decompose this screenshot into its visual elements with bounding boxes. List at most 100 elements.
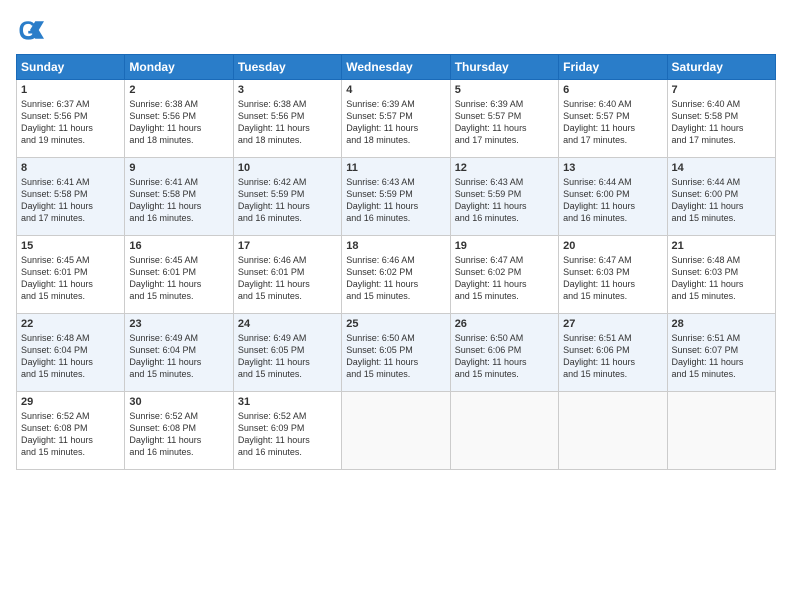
cell-info: Sunrise: 6:46 AMSunset: 6:01 PMDaylight:… [238,255,310,301]
cell-info: Sunrise: 6:39 AMSunset: 5:57 PMDaylight:… [346,99,418,145]
day-number: 23 [129,318,228,330]
cell-info: Sunrise: 6:37 AMSunset: 5:56 PMDaylight:… [21,99,93,145]
day-number: 21 [672,240,771,252]
cell-info: Sunrise: 6:50 AMSunset: 6:06 PMDaylight:… [455,333,527,379]
calendar-cell: 23 Sunrise: 6:49 AMSunset: 6:04 PMDaylig… [125,314,233,392]
calendar-week-row: 29 Sunrise: 6:52 AMSunset: 6:08 PMDaylig… [17,392,776,470]
day-number: 17 [238,240,337,252]
calendar-cell: 14 Sunrise: 6:44 AMSunset: 6:00 PMDaylig… [667,158,775,236]
calendar-cell: 16 Sunrise: 6:45 AMSunset: 6:01 PMDaylig… [125,236,233,314]
day-number: 6 [563,84,662,96]
day-number: 16 [129,240,228,252]
cell-info: Sunrise: 6:38 AMSunset: 5:56 PMDaylight:… [129,99,201,145]
calendar-cell: 29 Sunrise: 6:52 AMSunset: 6:08 PMDaylig… [17,392,125,470]
weekday-header-friday: Friday [559,55,667,80]
calendar-cell: 3 Sunrise: 6:38 AMSunset: 5:56 PMDayligh… [233,80,341,158]
day-number: 25 [346,318,445,330]
calendar-cell: 8 Sunrise: 6:41 AMSunset: 5:58 PMDayligh… [17,158,125,236]
calendar-cell: 6 Sunrise: 6:40 AMSunset: 5:57 PMDayligh… [559,80,667,158]
weekday-header-wednesday: Wednesday [342,55,450,80]
calendar-cell [450,392,558,470]
calendar-cell: 28 Sunrise: 6:51 AMSunset: 6:07 PMDaylig… [667,314,775,392]
logo-icon [16,16,44,44]
calendar-cell: 22 Sunrise: 6:48 AMSunset: 6:04 PMDaylig… [17,314,125,392]
calendar-cell: 21 Sunrise: 6:48 AMSunset: 6:03 PMDaylig… [667,236,775,314]
calendar-week-row: 8 Sunrise: 6:41 AMSunset: 5:58 PMDayligh… [17,158,776,236]
cell-info: Sunrise: 6:51 AMSunset: 6:06 PMDaylight:… [563,333,635,379]
calendar-cell: 31 Sunrise: 6:52 AMSunset: 6:09 PMDaylig… [233,392,341,470]
calendar-cell: 18 Sunrise: 6:46 AMSunset: 6:02 PMDaylig… [342,236,450,314]
day-number: 12 [455,162,554,174]
day-number: 19 [455,240,554,252]
cell-info: Sunrise: 6:41 AMSunset: 5:58 PMDaylight:… [129,177,201,223]
day-number: 11 [346,162,445,174]
day-number: 2 [129,84,228,96]
calendar-cell [342,392,450,470]
day-number: 18 [346,240,445,252]
day-number: 1 [21,84,120,96]
cell-info: Sunrise: 6:51 AMSunset: 6:07 PMDaylight:… [672,333,744,379]
cell-info: Sunrise: 6:44 AMSunset: 6:00 PMDaylight:… [672,177,744,223]
day-number: 7 [672,84,771,96]
cell-info: Sunrise: 6:38 AMSunset: 5:56 PMDaylight:… [238,99,310,145]
calendar-cell [559,392,667,470]
calendar-week-row: 15 Sunrise: 6:45 AMSunset: 6:01 PMDaylig… [17,236,776,314]
calendar-cell: 1 Sunrise: 6:37 AMSunset: 5:56 PMDayligh… [17,80,125,158]
calendar-cell: 15 Sunrise: 6:45 AMSunset: 6:01 PMDaylig… [17,236,125,314]
calendar-cell: 24 Sunrise: 6:49 AMSunset: 6:05 PMDaylig… [233,314,341,392]
cell-info: Sunrise: 6:45 AMSunset: 6:01 PMDaylight:… [129,255,201,301]
header [16,16,776,44]
day-number: 20 [563,240,662,252]
day-number: 5 [455,84,554,96]
calendar-cell: 5 Sunrise: 6:39 AMSunset: 5:57 PMDayligh… [450,80,558,158]
calendar-cell: 30 Sunrise: 6:52 AMSunset: 6:08 PMDaylig… [125,392,233,470]
weekday-header-tuesday: Tuesday [233,55,341,80]
day-number: 28 [672,318,771,330]
logo [16,16,48,44]
calendar-cell: 4 Sunrise: 6:39 AMSunset: 5:57 PMDayligh… [342,80,450,158]
calendar-cell: 25 Sunrise: 6:50 AMSunset: 6:05 PMDaylig… [342,314,450,392]
cell-info: Sunrise: 6:48 AMSunset: 6:03 PMDaylight:… [672,255,744,301]
cell-info: Sunrise: 6:47 AMSunset: 6:03 PMDaylight:… [563,255,635,301]
calendar-cell: 19 Sunrise: 6:47 AMSunset: 6:02 PMDaylig… [450,236,558,314]
cell-info: Sunrise: 6:40 AMSunset: 5:57 PMDaylight:… [563,99,635,145]
calendar-week-row: 1 Sunrise: 6:37 AMSunset: 5:56 PMDayligh… [17,80,776,158]
calendar-container: SundayMondayTuesdayWednesdayThursdayFrid… [0,0,792,612]
calendar-week-row: 22 Sunrise: 6:48 AMSunset: 6:04 PMDaylig… [17,314,776,392]
cell-info: Sunrise: 6:52 AMSunset: 6:09 PMDaylight:… [238,411,310,457]
day-number: 24 [238,318,337,330]
calendar-cell: 26 Sunrise: 6:50 AMSunset: 6:06 PMDaylig… [450,314,558,392]
day-number: 4 [346,84,445,96]
calendar-cell: 27 Sunrise: 6:51 AMSunset: 6:06 PMDaylig… [559,314,667,392]
cell-info: Sunrise: 6:43 AMSunset: 5:59 PMDaylight:… [455,177,527,223]
cell-info: Sunrise: 6:46 AMSunset: 6:02 PMDaylight:… [346,255,418,301]
calendar-cell: 13 Sunrise: 6:44 AMSunset: 6:00 PMDaylig… [559,158,667,236]
day-number: 14 [672,162,771,174]
calendar-cell: 9 Sunrise: 6:41 AMSunset: 5:58 PMDayligh… [125,158,233,236]
calendar-cell: 11 Sunrise: 6:43 AMSunset: 5:59 PMDaylig… [342,158,450,236]
day-number: 22 [21,318,120,330]
day-number: 27 [563,318,662,330]
day-number: 29 [21,396,120,408]
day-number: 31 [238,396,337,408]
weekday-header-sunday: Sunday [17,55,125,80]
cell-info: Sunrise: 6:52 AMSunset: 6:08 PMDaylight:… [21,411,93,457]
calendar-cell: 17 Sunrise: 6:46 AMSunset: 6:01 PMDaylig… [233,236,341,314]
cell-info: Sunrise: 6:40 AMSunset: 5:58 PMDaylight:… [672,99,744,145]
cell-info: Sunrise: 6:50 AMSunset: 6:05 PMDaylight:… [346,333,418,379]
cell-info: Sunrise: 6:39 AMSunset: 5:57 PMDaylight:… [455,99,527,145]
day-number: 26 [455,318,554,330]
calendar-table: SundayMondayTuesdayWednesdayThursdayFrid… [16,54,776,470]
calendar-cell [667,392,775,470]
day-number: 8 [21,162,120,174]
cell-info: Sunrise: 6:41 AMSunset: 5:58 PMDaylight:… [21,177,93,223]
calendar-cell: 20 Sunrise: 6:47 AMSunset: 6:03 PMDaylig… [559,236,667,314]
cell-info: Sunrise: 6:48 AMSunset: 6:04 PMDaylight:… [21,333,93,379]
cell-info: Sunrise: 6:49 AMSunset: 6:05 PMDaylight:… [238,333,310,379]
weekday-header-thursday: Thursday [450,55,558,80]
day-number: 13 [563,162,662,174]
cell-info: Sunrise: 6:52 AMSunset: 6:08 PMDaylight:… [129,411,201,457]
cell-info: Sunrise: 6:45 AMSunset: 6:01 PMDaylight:… [21,255,93,301]
day-number: 15 [21,240,120,252]
day-number: 3 [238,84,337,96]
